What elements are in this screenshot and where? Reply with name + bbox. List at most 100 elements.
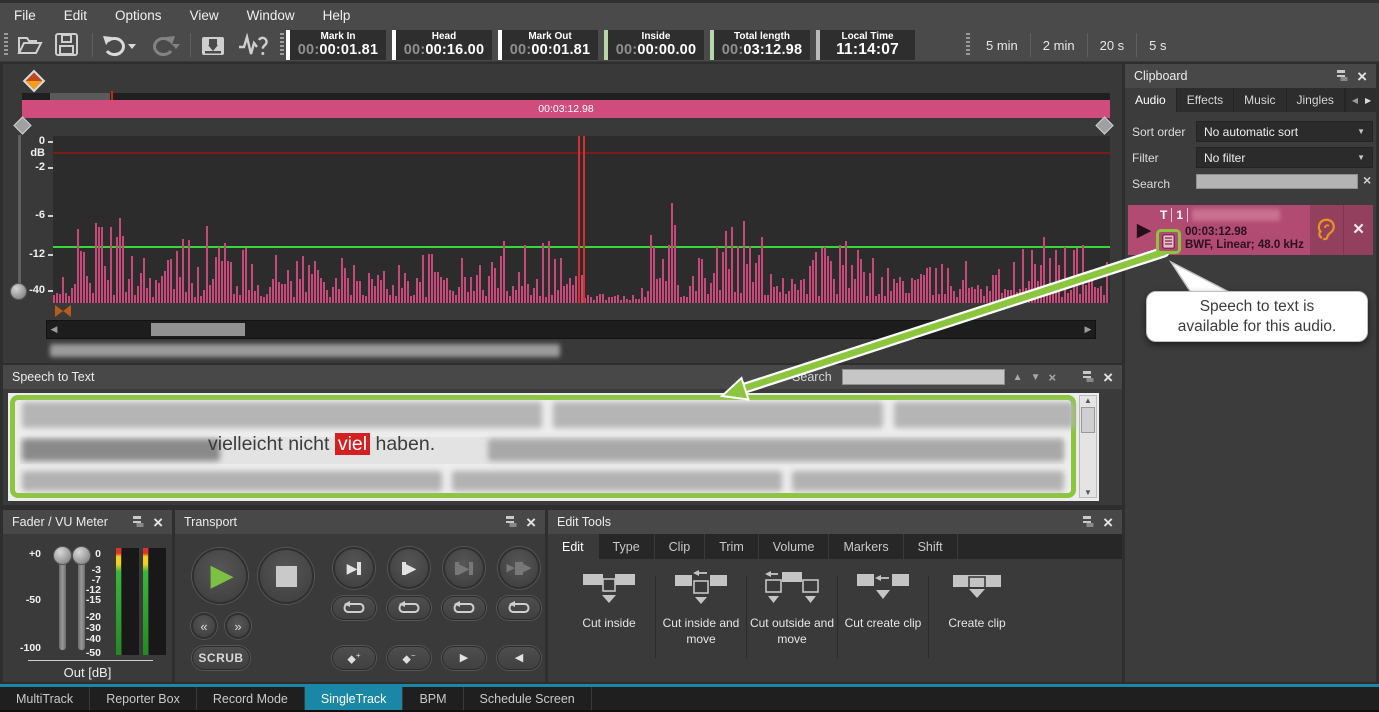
- menu-options[interactable]: Options: [101, 3, 176, 28]
- fader-track-left[interactable]: [59, 554, 66, 650]
- play-to-out-button[interactable]: ▶: [333, 547, 375, 589]
- speech-analysis-icon[interactable]: [238, 33, 268, 57]
- range-start-diamond[interactable]: [13, 116, 31, 134]
- transcript-area[interactable]: vielleicht nicht viel haben. ▲ ▼: [8, 393, 1099, 501]
- play-from-in-button[interactable]: ▶: [388, 547, 430, 589]
- save-icon[interactable]: [54, 32, 79, 57]
- tool-cut-inside-and-move[interactable]: Cut inside and move: [656, 570, 746, 647]
- tab-bpm[interactable]: BPM: [403, 687, 463, 710]
- tool-cut-inside[interactable]: Cut inside: [564, 570, 654, 632]
- nudge-back-button[interactable]: ◀: [497, 646, 541, 670]
- tab-clip[interactable]: Clip: [655, 534, 706, 559]
- clipboard-audio-item[interactable]: ▶ T 1 1 00:03:12.98 BWF, Linear; 48.0 kH…: [1128, 205, 1373, 255]
- zoom-preset-5min[interactable]: 5 min: [974, 38, 1030, 53]
- search-prev-icon[interactable]: ▲: [1013, 372, 1023, 383]
- tab-record-mode[interactable]: Record Mode: [197, 687, 305, 710]
- menu-file[interactable]: File: [0, 3, 50, 28]
- tab-multitrack[interactable]: MultiTrack: [0, 687, 90, 710]
- tab-reporter-box[interactable]: Reporter Box: [90, 687, 197, 710]
- toolbar-grip[interactable]: [4, 33, 8, 57]
- play-segment-button-disabled[interactable]: ▶: [443, 547, 485, 589]
- scroll-left-arrow[interactable]: ◀: [47, 324, 61, 335]
- speech-text-doc-icon[interactable]: [1156, 229, 1181, 254]
- overview-duration-bar[interactable]: 00:03:12.98: [22, 100, 1110, 118]
- zoom-preset-2min[interactable]: 2 min: [1031, 38, 1087, 53]
- waveform-display[interactable]: [53, 136, 1110, 303]
- pin-icon[interactable]: [505, 515, 516, 529]
- close-icon[interactable]: ×: [1103, 514, 1113, 531]
- tab-volume[interactable]: Volume: [759, 534, 830, 559]
- tab-type[interactable]: Type: [599, 534, 655, 559]
- sort-order-dropdown[interactable]: No automatic sort▼: [1196, 121, 1373, 142]
- tool-cut-create-clip[interactable]: Cut create clip: [838, 570, 928, 632]
- toolbar-grip[interactable]: [280, 33, 284, 57]
- clipboard-search-clear-icon[interactable]: ×: [1363, 172, 1371, 188]
- menu-help[interactable]: Help: [309, 3, 365, 28]
- speech-search-input[interactable]: [842, 369, 1005, 385]
- add-marker-button[interactable]: ◆+: [332, 646, 376, 670]
- tab-music[interactable]: Music: [1234, 88, 1286, 112]
- loop-button-2[interactable]: [387, 596, 431, 620]
- search-clear-icon[interactable]: ×: [1048, 370, 1056, 385]
- tool-cut-outside-and-move[interactable]: Cut outside and move: [747, 570, 837, 647]
- loop-button-4[interactable]: [497, 596, 541, 620]
- tab-effects[interactable]: Effects: [1177, 88, 1234, 112]
- overview-view-segment[interactable]: [50, 93, 110, 100]
- tab-jingles[interactable]: Jingles: [1287, 88, 1345, 112]
- item-remove-button[interactable]: ×: [1343, 205, 1373, 255]
- tool-create-clip[interactable]: Create clip: [932, 570, 1022, 632]
- menu-window[interactable]: Window: [233, 3, 309, 28]
- skip-back-button[interactable]: «: [191, 613, 217, 639]
- loop-button-1[interactable]: [332, 596, 376, 620]
- import-audio-icon[interactable]: [200, 32, 226, 58]
- zoom-preset-20s[interactable]: 20 s: [1088, 38, 1137, 53]
- remove-marker-button[interactable]: ◆−: [387, 646, 431, 670]
- filter-dropdown[interactable]: No filter▼: [1196, 147, 1373, 168]
- play-button[interactable]: ▶: [192, 548, 248, 604]
- scrollbar-thumb[interactable]: [151, 323, 245, 336]
- scroll-up-arrow[interactable]: ▲: [1084, 396, 1092, 405]
- search-next-icon[interactable]: ▼: [1031, 372, 1041, 383]
- pin-icon[interactable]: [1082, 515, 1093, 529]
- close-icon[interactable]: ×: [526, 514, 536, 531]
- playhead-line[interactable]: [578, 136, 580, 303]
- edit-marker-bowtie[interactable]: [55, 305, 71, 317]
- scroll-right-arrow[interactable]: ▶: [1081, 324, 1095, 335]
- playhead-line[interactable]: [583, 136, 585, 303]
- tab-audio[interactable]: Audio: [1125, 88, 1177, 112]
- pin-icon[interactable]: [1336, 69, 1347, 83]
- transcript-scrollbar[interactable]: ▲ ▼: [1079, 395, 1097, 498]
- pin-icon[interactable]: [132, 515, 143, 529]
- redo-icon[interactable]: [146, 33, 180, 57]
- open-file-icon[interactable]: [16, 32, 43, 57]
- tab-singletrack[interactable]: SingleTrack: [305, 687, 404, 710]
- range-end-diamond[interactable]: [1095, 116, 1113, 134]
- item-prelisten-ear-icon[interactable]: [1310, 205, 1343, 255]
- stop-button[interactable]: [258, 548, 314, 604]
- tab-markers[interactable]: Markers: [829, 534, 903, 559]
- clipboard-search-input[interactable]: [1196, 174, 1358, 189]
- tabs-scroll-left-icon[interactable]: ◀: [1352, 96, 1358, 105]
- menu-edit[interactable]: Edit: [50, 3, 101, 28]
- menu-view[interactable]: View: [176, 3, 233, 28]
- close-icon[interactable]: ×: [1103, 369, 1113, 386]
- skip-forward-button[interactable]: »: [225, 613, 251, 639]
- scrub-button[interactable]: SCRUB: [192, 646, 250, 670]
- undo-icon[interactable]: [102, 33, 136, 57]
- tab-edit[interactable]: Edit: [548, 534, 599, 559]
- zoom-preset-5s[interactable]: 5 s: [1137, 38, 1178, 53]
- toolbar-grip[interactable]: [966, 33, 970, 57]
- tabs-scroll-right-icon[interactable]: ▶: [1365, 96, 1371, 105]
- play-around-button-disabled[interactable]: ▶▶: [498, 547, 540, 589]
- tab-shift[interactable]: Shift: [904, 534, 958, 559]
- position-marker-diamond[interactable]: [23, 70, 46, 93]
- fader-knob-left[interactable]: [53, 546, 72, 565]
- overview-strip[interactable]: [22, 93, 1110, 100]
- pin-icon[interactable]: [1082, 370, 1093, 384]
- highlighted-word[interactable]: viel: [335, 433, 370, 455]
- scroll-down-arrow[interactable]: ▼: [1084, 488, 1092, 497]
- horizontal-scrollbar[interactable]: ◀ ▶: [46, 320, 1096, 339]
- loop-button-3[interactable]: [442, 596, 486, 620]
- close-icon[interactable]: ×: [153, 514, 163, 531]
- tab-schedule-screen[interactable]: Schedule Screen: [464, 687, 592, 710]
